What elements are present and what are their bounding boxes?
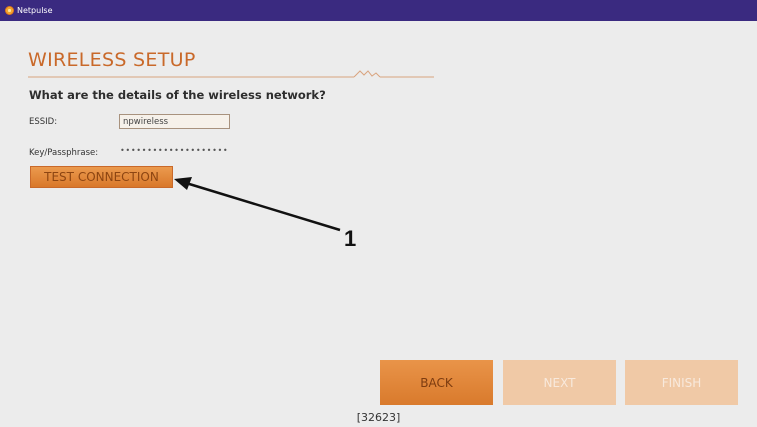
essid-input[interactable]: [119, 114, 230, 129]
build-id: [32623]: [356, 411, 401, 424]
netpulse-logo-icon: [5, 6, 14, 15]
title-underline: [28, 70, 434, 78]
essid-label: ESSID:: [29, 117, 58, 127]
app-name: Netpulse: [17, 6, 53, 15]
passphrase-field[interactable]: ••••••••••••••••••••: [120, 146, 228, 155]
test-connection-button[interactable]: TEST CONNECTION: [30, 166, 173, 188]
wireless-details-question: What are the details of the wireless net…: [29, 88, 326, 102]
finish-button[interactable]: FINISH: [625, 360, 738, 405]
callout-number: 1: [344, 226, 357, 251]
passphrase-label: Key/Passphrase:: [29, 148, 99, 158]
next-button[interactable]: NEXT: [503, 360, 616, 405]
title-bar: Netpulse: [0, 0, 757, 21]
back-button[interactable]: BACK: [380, 360, 493, 405]
